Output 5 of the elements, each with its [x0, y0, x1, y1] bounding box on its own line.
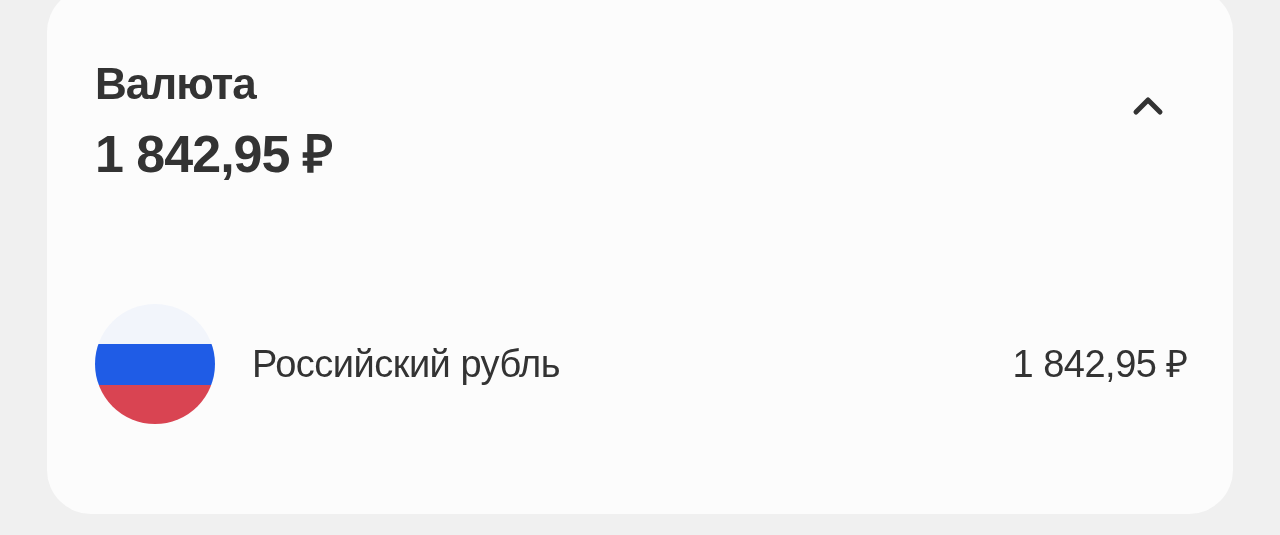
- currency-amount: 1 842,95 ₽: [1012, 341, 1188, 387]
- currency-name: Российский рубль: [252, 341, 561, 387]
- total-amount: 1 842,95 ₽: [95, 124, 332, 184]
- flag-icon: [95, 304, 215, 424]
- section-title: Валюта: [95, 58, 258, 110]
